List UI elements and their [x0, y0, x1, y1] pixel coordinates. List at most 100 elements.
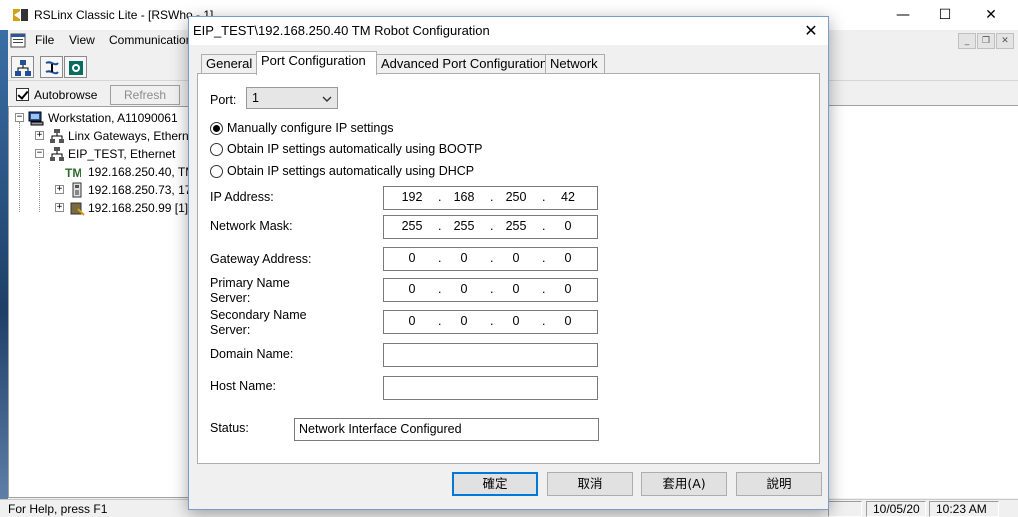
octet-separator: .: [542, 314, 546, 328]
octet: 0: [564, 219, 572, 233]
gateway-address-field[interactable]: 0 . 0 . 0 . 0: [383, 247, 598, 271]
tree-item-linx-gateways[interactable]: + Linx Gateways, Ethernet: [13, 127, 199, 145]
octet: 0: [512, 314, 520, 328]
station-diagnostics-toolbar-button[interactable]: [64, 56, 87, 78]
ok-button[interactable]: 確定: [452, 472, 538, 496]
octet-separator: .: [490, 219, 494, 233]
mdi-minimize-button[interactable]: _: [958, 33, 976, 49]
network-icon: [50, 147, 64, 161]
port-label: Port:: [210, 93, 237, 107]
cancel-button[interactable]: 取消: [547, 472, 633, 496]
robot-configuration-dialog: EIP_TEST\192.168.250.40 TM Robot Configu…: [188, 16, 829, 510]
octet: 0: [460, 314, 468, 328]
autobrowse-checkbox[interactable]: [16, 88, 29, 101]
svg-text:TM: TM: [65, 166, 81, 180]
expand-toggle[interactable]: +: [55, 203, 64, 212]
octet: 0: [408, 282, 416, 296]
status-label: Status:: [210, 421, 249, 435]
dialog-title: EIP_TEST\192.168.250.40 TM Robot Configu…: [193, 23, 490, 38]
apply-button[interactable]: 套用(A): [641, 472, 727, 496]
ip-address-field[interactable]: 192 . 168 . 250 . 42: [383, 186, 598, 210]
menu-view[interactable]: View: [69, 33, 95, 47]
tab-general[interactable]: General: [201, 54, 257, 74]
octet-separator: .: [542, 251, 546, 265]
tree-item-device-1756[interactable]: + 192.168.250.73, 1756: [13, 181, 205, 199]
mdi-close-button[interactable]: ✕: [996, 33, 1014, 49]
gateway-address-label: Gateway Address:: [210, 252, 312, 266]
configure-drivers-toolbar-button[interactable]: [40, 56, 63, 78]
octet-separator: .: [490, 314, 494, 328]
collapse-toggle[interactable]: −: [35, 149, 44, 158]
help-button[interactable]: 說明: [736, 472, 822, 496]
octet: 255: [401, 219, 423, 233]
tab-advanced-port-configuration[interactable]: Advanced Port Configuration: [376, 54, 547, 74]
tree-label-workstation: Workstation, A11090061: [48, 111, 178, 125]
rswho-toolbar-button[interactable]: [11, 56, 34, 78]
device-list-header: [829, 84, 1018, 106]
menu-communications[interactable]: Communications: [109, 33, 198, 47]
menu-file[interactable]: File: [35, 33, 54, 47]
expand-toggle[interactable]: +: [35, 131, 44, 140]
radio-manual-ip-label[interactable]: Manually configure IP settings: [227, 121, 394, 135]
port-select[interactable]: 1: [246, 87, 338, 109]
secondary-name-server-field[interactable]: 0 . 0 . 0 . 0: [383, 310, 598, 334]
chevron-down-icon: [322, 96, 332, 102]
octet: 192: [401, 190, 423, 204]
octet-separator: .: [542, 190, 546, 204]
octet-separator: .: [490, 282, 494, 296]
close-window-button[interactable]: ✕: [968, 0, 1014, 30]
tab-port-configuration[interactable]: Port Configuration: [256, 51, 377, 75]
octet: 42: [561, 190, 575, 204]
tree-item-workstation[interactable]: − Workstation, A11090061: [13, 109, 191, 127]
octet-separator: .: [542, 219, 546, 233]
octet-separator: .: [438, 251, 442, 265]
secondary-name-server-label: Secondary Name Server:: [210, 308, 307, 337]
host-name-input[interactable]: [383, 376, 598, 400]
port-selected-value: 1: [252, 91, 259, 105]
octet-separator: .: [438, 314, 442, 328]
octet-separator: .: [542, 282, 546, 296]
collapse-toggle[interactable]: −: [15, 113, 24, 122]
status-date: 10/05/20: [866, 501, 926, 517]
tree-label-linx-gateways: Linx Gateways, Ethernet: [68, 129, 199, 143]
browse-bar: Autobrowse Refresh: [8, 84, 188, 106]
mdi-restore-button[interactable]: ❐: [977, 33, 995, 49]
network-icon: [50, 129, 64, 143]
desktop-background: [0, 30, 8, 500]
primary-name-server-field[interactable]: 0 . 0 . 0 . 0: [383, 278, 598, 302]
radio-dhcp-label[interactable]: Obtain IP settings automatically using D…: [227, 164, 474, 178]
tree-item-eip-test[interactable]: − EIP_TEST, Ethernet: [13, 145, 191, 163]
octet: 0: [564, 314, 572, 328]
dialog-close-button[interactable]: ✕: [794, 17, 828, 45]
tab-network[interactable]: Network: [545, 54, 605, 74]
domain-name-label: Domain Name:: [210, 347, 294, 361]
octet: 0: [564, 282, 572, 296]
document-icon[interactable]: [10, 33, 26, 48]
octet: 0: [408, 251, 416, 265]
driver-config-icon: [45, 61, 59, 75]
radio-bootp-label[interactable]: Obtain IP settings automatically using B…: [227, 142, 482, 156]
radio-dhcp[interactable]: [210, 165, 223, 178]
device-list-pane: [828, 84, 1018, 498]
domain-name-input[interactable]: [383, 343, 598, 367]
status-field: Network Interface Configured: [294, 418, 599, 441]
tree-item-device-99[interactable]: + 192.168.250.99 [1]: [13, 199, 191, 217]
octet: 0: [460, 251, 468, 265]
refresh-button[interactable]: Refresh: [110, 85, 180, 105]
network-mask-field[interactable]: 255 . 255 . 255 . 0: [383, 215, 598, 239]
minimize-button[interactable]: —: [880, 0, 926, 30]
octet: 255: [453, 219, 475, 233]
expand-toggle[interactable]: +: [55, 185, 64, 194]
port-configuration-page: Port: 1 Manually configure IP settings O…: [197, 73, 820, 464]
network-tree-icon: [15, 60, 31, 76]
tm-robot-icon: TM: [65, 166, 81, 180]
tree-label-device: 192.168.250.40, TM: [88, 165, 196, 179]
maximize-button[interactable]: ☐: [922, 0, 968, 30]
plc-chassis-icon: [72, 182, 82, 198]
radio-manual-ip[interactable]: [210, 122, 223, 135]
tree-item-device-tm[interactable]: TM 192.168.250.40, TM: [13, 163, 195, 181]
dialog-titlebar: EIP_TEST\192.168.250.40 TM Robot Configu…: [189, 17, 828, 45]
radio-bootp[interactable]: [210, 143, 223, 156]
octet-separator: .: [490, 190, 494, 204]
ethernet-module-icon: [70, 202, 85, 216]
